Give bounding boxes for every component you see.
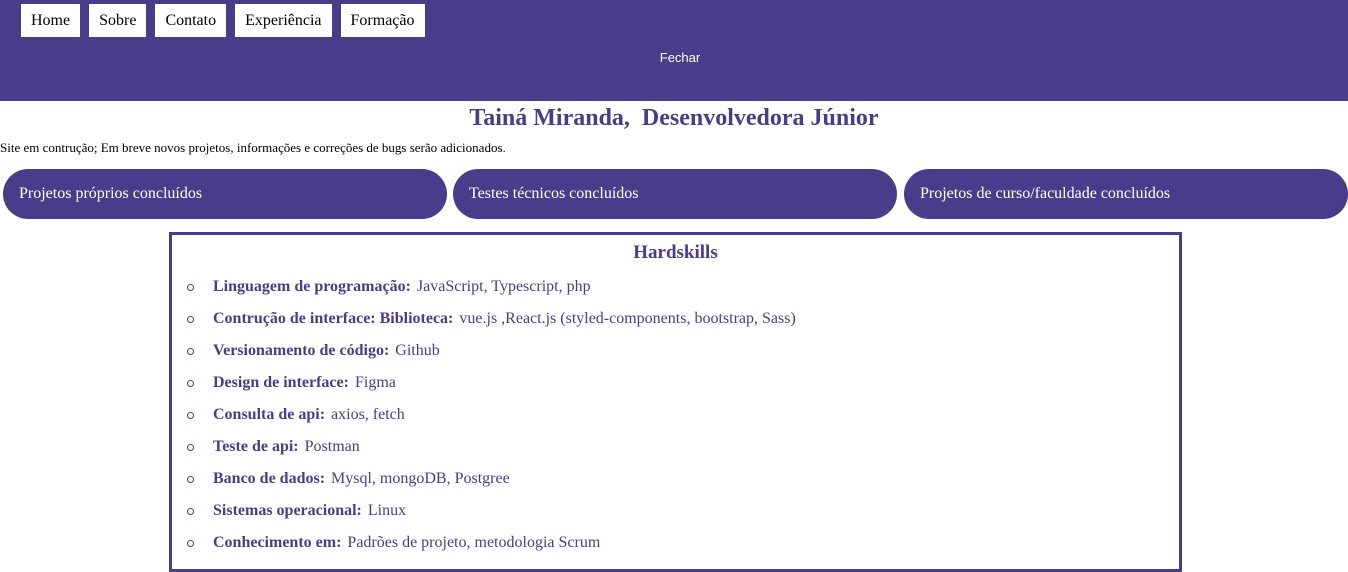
course-projects-button[interactable]: Projetos de curso/faculdade concluídos: [904, 169, 1348, 219]
header-bar: Home Sobre Contato Experiência Formação …: [0, 0, 1348, 101]
nav-experiencia[interactable]: Experiência: [235, 4, 332, 37]
circle-bullet-icon: [187, 380, 194, 387]
close-menu-button[interactable]: Fechar: [0, 50, 1348, 65]
skill-label: Linguagem de programação:: [213, 278, 411, 295]
circle-bullet-icon: [187, 284, 194, 291]
nav-contato[interactable]: Contato: [155, 4, 227, 37]
own-projects-button[interactable]: Projetos próprios concluídos: [3, 169, 447, 219]
circle-bullet-icon: [187, 348, 194, 355]
skill-label: Versionamento de código:: [213, 342, 390, 359]
skill-value: Figma: [354, 374, 396, 391]
circle-bullet-icon: [187, 412, 194, 419]
skill-value: Postman: [304, 438, 360, 455]
hardskills-title: Hardskills: [633, 242, 718, 263]
skill-label: Banco de dados:: [213, 470, 326, 487]
skill-label: Consulta de api:: [213, 406, 326, 423]
skill-value: Linux: [367, 502, 407, 519]
skill-value: vue.js ,React.js (styled-components, boo…: [459, 310, 796, 327]
skill-label: Contrução de interface: Biblioteca:: [213, 310, 454, 327]
circle-bullet-icon: [187, 540, 194, 547]
page-title: Tainá Miranda, Desenvolvedora Júnior: [469, 105, 879, 131]
skill-label: Conhecimento em:: [213, 534, 342, 551]
nav-formacao[interactable]: Formação: [340, 4, 425, 37]
circle-bullet-icon: [187, 316, 194, 323]
skill-value: axios, fetch: [331, 406, 405, 423]
skill-value: Mysql, mongoDB, Postgree: [331, 470, 510, 487]
technical-tests-button[interactable]: Testes técnicos concluídos: [453, 169, 897, 219]
skill-label: Teste de api:: [213, 438, 299, 455]
nav-sobre[interactable]: Sobre: [89, 4, 147, 37]
circle-bullet-icon: [187, 444, 194, 451]
hardskills-panel: Hardskills Linguagem de programação: Java…: [169, 232, 1182, 572]
skill-label: Sistemas operacional:: [213, 502, 362, 519]
circle-bullet-icon: [187, 476, 194, 483]
main-nav: Home Sobre Contato Experiência Formação: [21, 4, 434, 37]
skill-label: Design de interface:: [213, 374, 349, 391]
skill-value: Padrões de projeto, metodologia Scrum: [347, 534, 601, 551]
skill-value: Github: [395, 342, 440, 359]
construction-notice: Site em contrução; Em breve novos projet…: [0, 140, 506, 155]
skill-value: JavaScript, Typescript, php: [416, 278, 591, 295]
nav-home[interactable]: Home: [21, 4, 81, 37]
circle-bullet-icon: [187, 508, 194, 515]
